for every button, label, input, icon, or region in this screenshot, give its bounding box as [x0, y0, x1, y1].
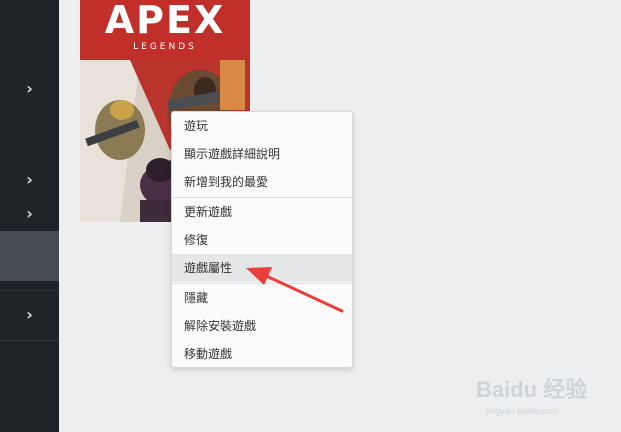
context-menu: 遊玩 顯示遊戲詳細說明 新增到我的最愛 更新遊戲 修復 遊戲屬性 隱藏 解除安裝…: [171, 111, 353, 368]
baidu-watermark: Baidu 经验 jingyan.baidu.com: [476, 372, 616, 420]
sidebar-expand-2[interactable]: ›: [0, 171, 59, 189]
menu-item-play[interactable]: 遊玩: [172, 112, 352, 140]
menu-item-move-game[interactable]: 移動遊戲: [172, 340, 352, 368]
cover-title: APEX: [104, 0, 226, 42]
cover-subtitle: LEGENDS: [133, 42, 197, 52]
menu-item-hide[interactable]: 隱藏: [172, 284, 352, 312]
menu-item-repair[interactable]: 修復: [172, 226, 352, 254]
chevron-right-icon: ›: [26, 79, 33, 98]
sidebar: › › › ›: [0, 0, 59, 432]
chevron-right-icon: ›: [26, 305, 33, 324]
sidebar-item-active[interactable]: [0, 231, 59, 281]
menu-item-update-game[interactable]: 更新遊戲: [172, 198, 352, 226]
chevron-right-icon: ›: [26, 204, 33, 223]
menu-item-show-details[interactable]: 顯示遊戲詳細說明: [172, 140, 352, 168]
sidebar-divider: [0, 290, 59, 291]
sidebar-expand-3[interactable]: ›: [0, 205, 59, 223]
watermark-url: jingyan.baidu.com: [486, 406, 559, 416]
watermark-brand: Baidu 经验: [476, 377, 588, 402]
sidebar-expand-4[interactable]: ›: [0, 306, 59, 324]
chevron-right-icon: ›: [26, 170, 33, 189]
menu-item-add-favorite[interactable]: 新增到我的最愛: [172, 168, 352, 196]
menu-item-uninstall[interactable]: 解除安裝遊戲: [172, 312, 352, 340]
menu-item-game-properties[interactable]: 遊戲屬性: [172, 254, 352, 282]
sidebar-divider: [0, 340, 59, 341]
sidebar-expand-1[interactable]: ›: [0, 80, 59, 98]
